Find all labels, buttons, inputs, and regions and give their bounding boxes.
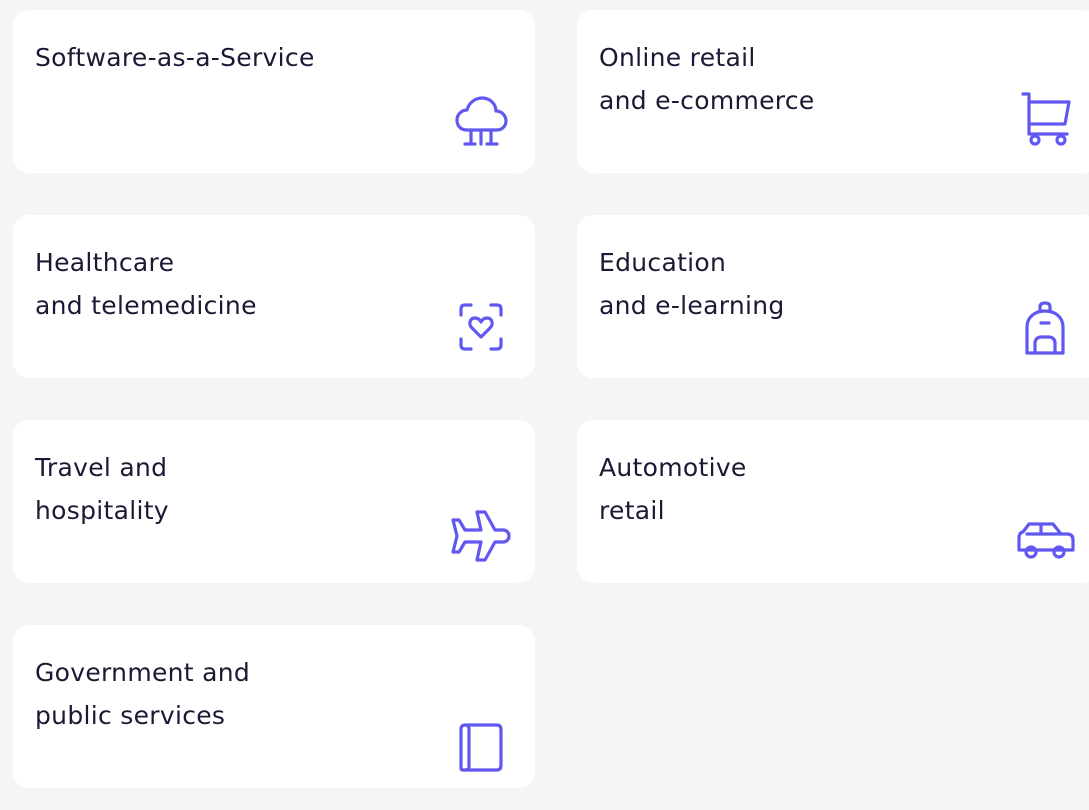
backpack-icon (1013, 297, 1077, 361)
industry-title-line: and e-learning (599, 291, 785, 320)
industry-title-line: and e-commerce (599, 86, 815, 115)
industry-card-automotive[interactable]: Automotive retail (577, 420, 1089, 583)
industry-card-travel[interactable]: Travel and hospitality (13, 420, 535, 583)
industry-title: Education and e-learning (599, 241, 785, 327)
industry-title: Automotive retail (599, 446, 747, 532)
car-icon (1013, 506, 1077, 570)
shopping-cart-icon (1013, 86, 1077, 150)
industry-title-line: Automotive (599, 453, 747, 482)
industry-title-line: Travel and (35, 453, 168, 482)
industry-card-government[interactable]: Government and public services (13, 625, 535, 788)
industry-title: Online retail and e-commerce (599, 36, 815, 122)
industry-card-education[interactable]: Education and e-learning (577, 215, 1089, 378)
industry-title-line: and telemedicine (35, 291, 257, 320)
industry-title-line: Education (599, 248, 727, 277)
industry-title: Travel and hospitality (35, 446, 169, 532)
heart-scan-icon (449, 295, 513, 359)
industry-title: Healthcare and telemedicine (35, 241, 257, 327)
industry-title-line: Healthcare (35, 248, 175, 277)
industry-title-line: hospitality (35, 496, 169, 525)
industry-title: Government and public services (35, 651, 250, 737)
industry-card-saas[interactable]: Software-as-a-Service (13, 10, 535, 173)
industry-card-healthcare[interactable]: Healthcare and telemedicine (13, 215, 535, 378)
industry-card-online-retail[interactable]: Online retail and e-commerce (577, 10, 1089, 173)
industry-title-line: retail (599, 496, 665, 525)
airplane-icon (449, 504, 513, 568)
industry-title: Software-as-a-Service (35, 36, 315, 79)
industries-grid: Software-as-a-Service Online retail and … (13, 10, 1089, 810)
cloud-icon (449, 88, 513, 152)
industry-title-line: Software-as-a-Service (35, 43, 315, 72)
industry-title-line: Government and (35, 658, 251, 687)
industry-title-line: public services (35, 701, 226, 730)
scroll-icon (449, 715, 513, 779)
industry-title-line: Online retail (599, 43, 756, 72)
